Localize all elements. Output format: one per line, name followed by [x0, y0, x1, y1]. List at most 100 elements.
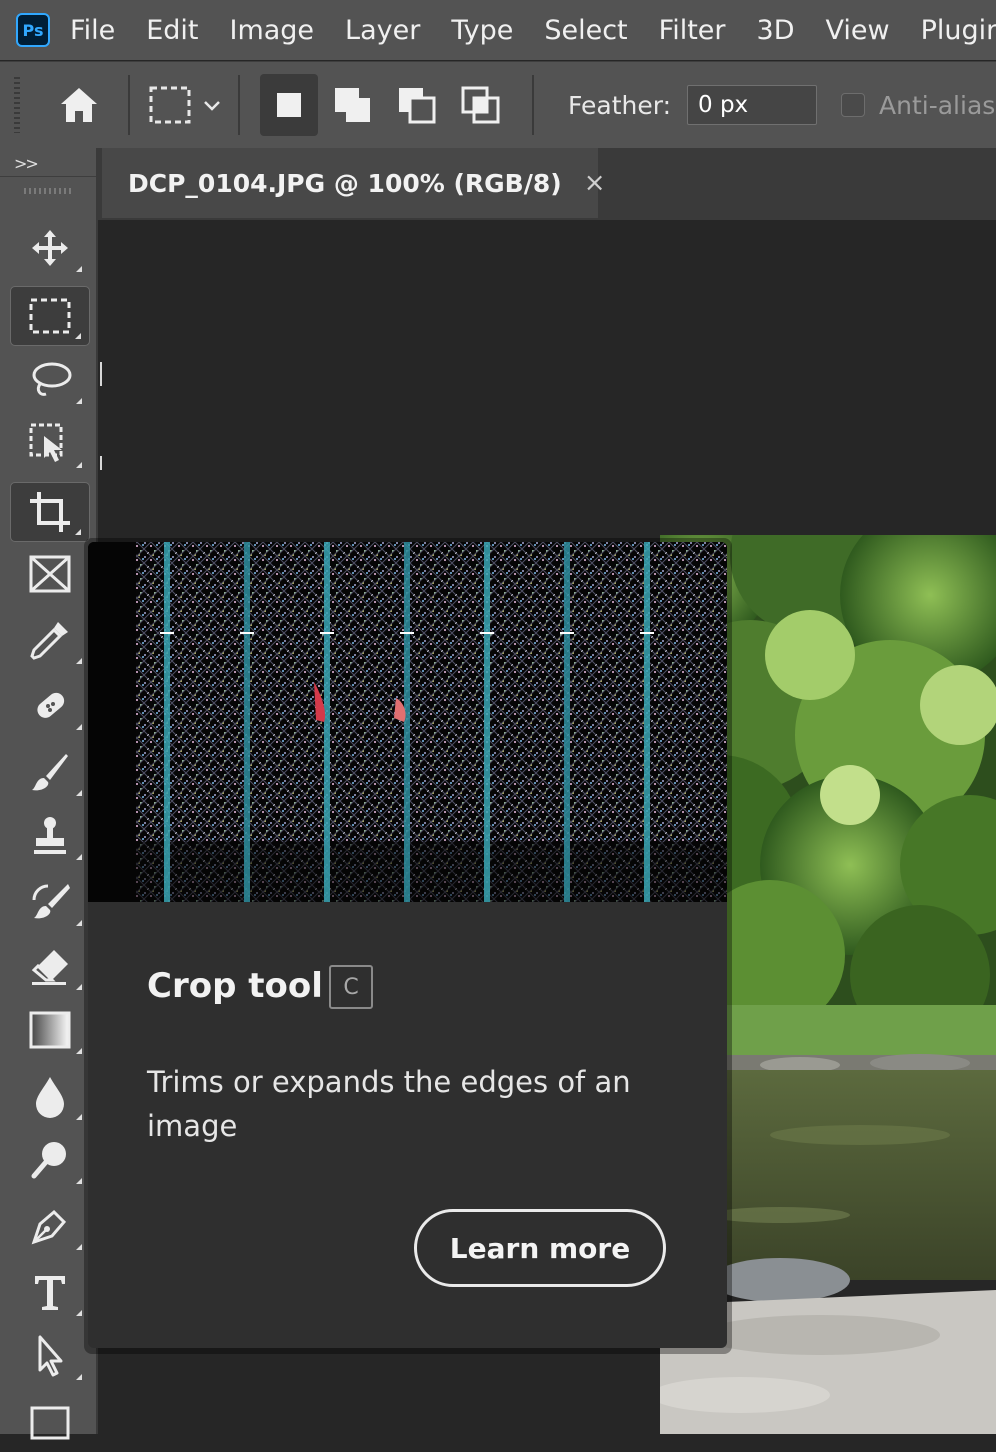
- tool-object-selection[interactable]: [10, 414, 90, 474]
- gradient-icon: [29, 1011, 71, 1049]
- preview-bar-tick: [480, 632, 494, 634]
- tool-rectangular-marquee[interactable]: [10, 286, 90, 346]
- menu-image[interactable]: Image: [229, 15, 314, 46]
- history-brush-icon: [32, 884, 70, 919]
- intersect-selection-button[interactable]: [452, 74, 510, 136]
- preview-bar-tick: [240, 632, 254, 634]
- feather-input[interactable]: [687, 85, 818, 125]
- lasso-icon: [32, 362, 72, 396]
- tool-crop[interactable]: [10, 482, 90, 542]
- tooltip-description: Trims or expands the edges of an image: [147, 1065, 631, 1143]
- menu-edit[interactable]: Edit: [146, 15, 198, 46]
- tool-dodge[interactable]: [10, 1130, 90, 1190]
- separator: [128, 75, 130, 135]
- intersect-selection-icon: [461, 86, 500, 124]
- tool-frame[interactable]: [10, 544, 90, 604]
- close-icon[interactable]: ×: [584, 168, 606, 198]
- tools-panel-grip[interactable]: [24, 188, 72, 194]
- tool-spot-healing-brush[interactable]: [10, 676, 90, 736]
- tool-group-indicator: [76, 790, 82, 796]
- type-icon: [35, 1276, 65, 1310]
- tool-brush[interactable]: [10, 742, 90, 802]
- tool-group-indicator: [76, 1178, 82, 1184]
- photoshop-logo[interactable]: Ps: [16, 13, 50, 47]
- tool-type[interactable]: [10, 1262, 90, 1322]
- menu-3d[interactable]: 3D: [757, 15, 795, 46]
- spot-healing-brush-icon: [37, 692, 65, 718]
- preview-bar: [404, 542, 410, 902]
- preview-bar-tick: [400, 632, 414, 634]
- tool-group-indicator: [76, 658, 82, 664]
- dodge-icon: [31, 1142, 66, 1179]
- collapse-panel-button[interactable]: >>: [14, 154, 39, 173]
- menu-bar: Ps File Edit Image Layer Type Select Fil…: [0, 0, 996, 60]
- tool-lasso[interactable]: [10, 350, 90, 410]
- tool-pen[interactable]: [10, 1196, 90, 1256]
- tool-group-indicator: [76, 1310, 82, 1316]
- menu-select[interactable]: Select: [544, 15, 627, 46]
- menu-plugins[interactable]: Plugins: [921, 15, 996, 46]
- menu-filter[interactable]: Filter: [659, 15, 726, 46]
- tooltip-shortcut-key: C: [329, 965, 373, 1009]
- tool-gradient[interactable]: [10, 1000, 90, 1060]
- tool-clone-stamp[interactable]: [10, 806, 90, 866]
- blur-icon: [36, 1077, 64, 1118]
- tool-blur[interactable]: [10, 1066, 90, 1126]
- preview-bar-tick: [560, 632, 574, 634]
- tool-group-indicator: [76, 1244, 82, 1250]
- tool-group-indicator: [76, 920, 82, 926]
- tool-group-indicator: [75, 529, 81, 535]
- home-icon: [61, 88, 97, 122]
- preview-bar: [564, 542, 570, 902]
- menu-file[interactable]: File: [70, 15, 115, 46]
- new-selection-icon: [277, 93, 301, 117]
- add-to-selection-icon: [335, 88, 370, 122]
- new-selection-button[interactable]: [260, 74, 318, 136]
- options-bar-grip[interactable]: [14, 77, 20, 133]
- tool-group-indicator: [76, 984, 82, 990]
- subtract-from-selection-button[interactable]: [388, 74, 446, 136]
- document-tab-title: DCP_0104.JPG @ 100% (RGB/8): [128, 168, 562, 198]
- tool-group-indicator: [76, 398, 82, 404]
- brush-icon: [32, 754, 68, 791]
- marquee-preset-picker[interactable]: [140, 74, 230, 136]
- preview-bar: [324, 542, 330, 902]
- object-selection-icon: [29, 423, 63, 462]
- tooltip-preview-image: [88, 542, 727, 902]
- anti-alias-checkbox[interactable]: [841, 93, 866, 117]
- eraser-icon: [31, 950, 68, 985]
- crop-icon: [30, 492, 70, 532]
- crop-tool-rich-tooltip: Crop tool C Trims or expands the edges o…: [88, 542, 727, 1348]
- panel-header-divider: [0, 176, 96, 177]
- document-tab-bar: DCP_0104.JPG @ 100% (RGB/8) ×: [98, 148, 996, 220]
- tool-eraser[interactable]: [10, 936, 90, 996]
- preview-bar: [644, 542, 650, 902]
- tooltip-title: Crop tool: [147, 966, 323, 1006]
- home-button[interactable]: [48, 74, 110, 136]
- menu-view[interactable]: View: [825, 15, 889, 46]
- menu-type[interactable]: Type: [451, 15, 513, 46]
- preview-bar: [244, 542, 250, 902]
- preview-bar-tick: [640, 632, 654, 634]
- document-tab[interactable]: DCP_0104.JPG @ 100% (RGB/8) ×: [102, 148, 606, 218]
- tool-history-brush[interactable]: [10, 872, 90, 932]
- tool-path-selection[interactable]: [10, 1326, 90, 1386]
- add-to-selection-button[interactable]: [324, 74, 382, 136]
- tool-group-indicator: [76, 724, 82, 730]
- learn-more-button[interactable]: Learn more: [414, 1209, 666, 1287]
- subtract-from-selection-icon: [399, 88, 436, 124]
- preview-bar: [164, 542, 170, 902]
- tool-group-indicator: [76, 1114, 82, 1120]
- tool-eyedropper[interactable]: [10, 610, 90, 670]
- tool-group-indicator: [76, 1374, 82, 1380]
- options-bar: Feather: Anti-alias: [0, 61, 996, 149]
- tool-move[interactable]: [10, 218, 90, 278]
- tool-rectangle[interactable]: [10, 1392, 90, 1452]
- path-selection-icon: [38, 1335, 63, 1377]
- tool-group-indicator: [76, 462, 82, 468]
- tool-group-indicator: [76, 266, 82, 272]
- preview-bar: [484, 542, 490, 902]
- separator: [238, 75, 240, 135]
- rectangular-marquee-icon: [149, 86, 191, 124]
- menu-layer[interactable]: Layer: [345, 15, 420, 46]
